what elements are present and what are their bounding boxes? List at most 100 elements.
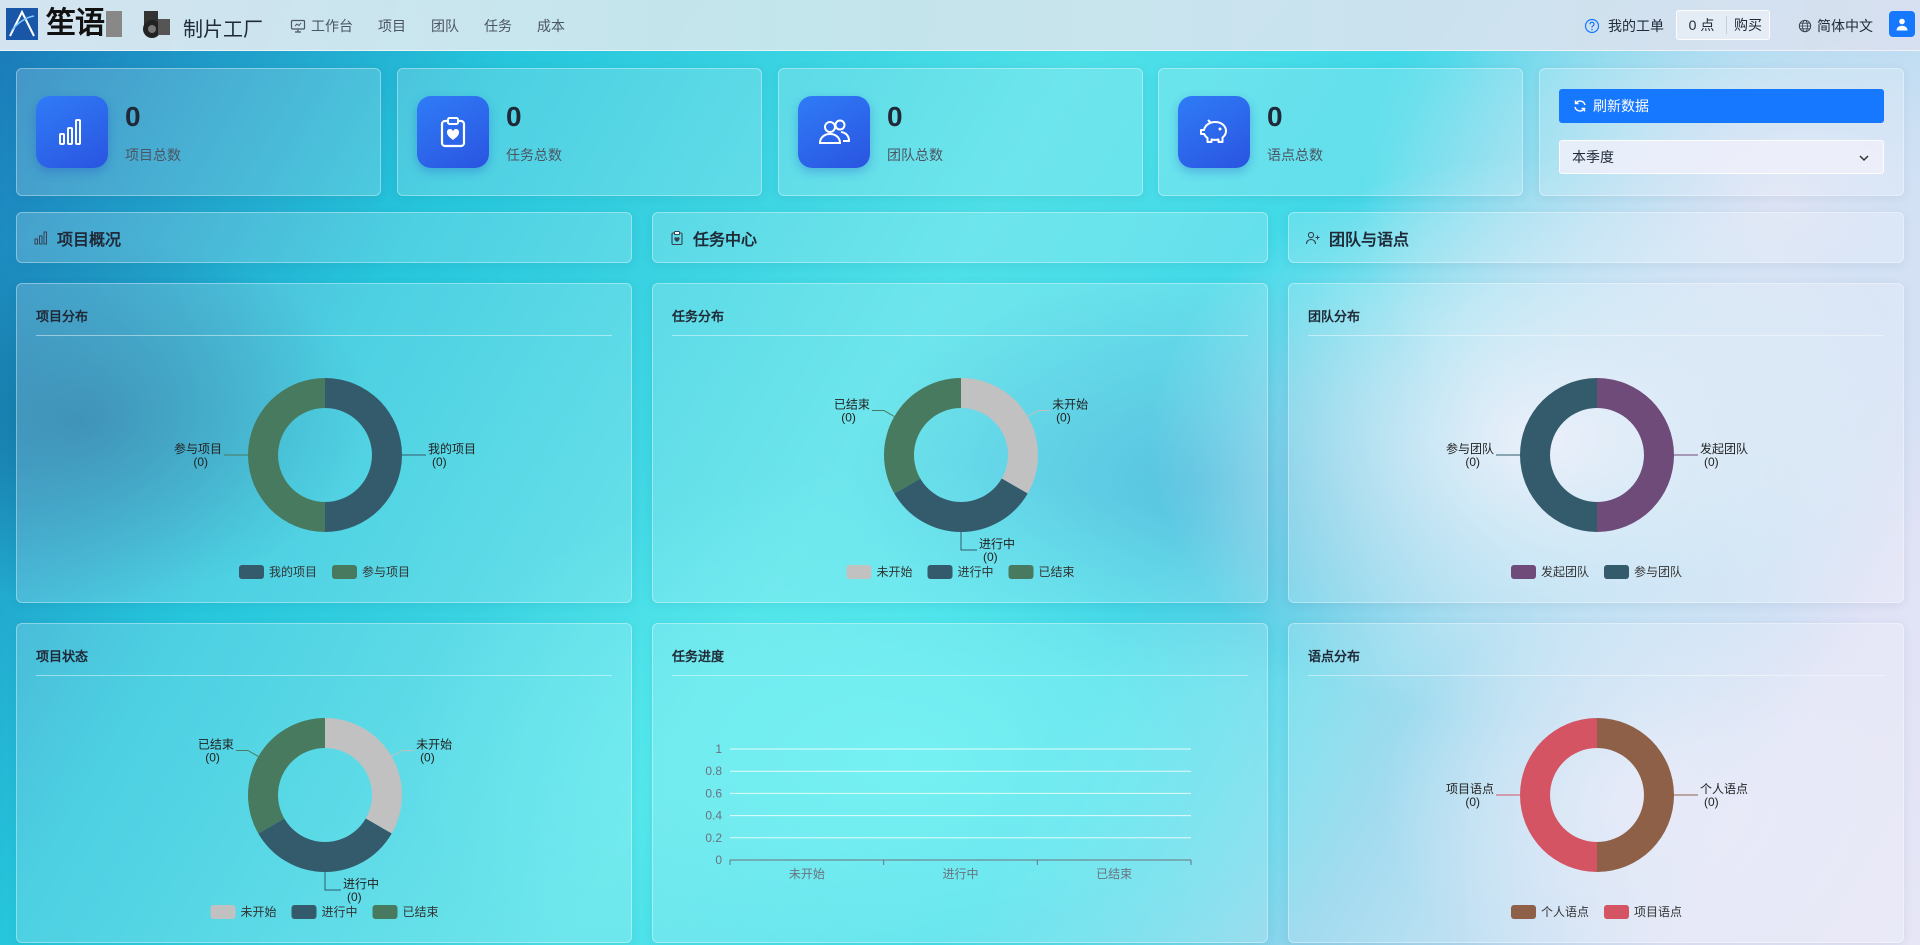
- label-line: [324, 872, 341, 891]
- slice-value: (0): [432, 455, 447, 469]
- stat-icon-box: [798, 96, 870, 168]
- points-box: 0 点 购买: [1676, 10, 1770, 40]
- legend-swatch: [372, 905, 398, 919]
- pie-slice: [325, 378, 402, 532]
- slice-label: 进行中: [979, 536, 1015, 551]
- y-tick-label: 0.6: [705, 786, 722, 800]
- legend-swatch: [1604, 565, 1629, 579]
- pie-slice: [1597, 378, 1674, 532]
- divider: [672, 675, 1248, 676]
- pie-slice: [1597, 718, 1674, 872]
- help-circle-icon: [1584, 18, 1600, 34]
- panel-points-distribution: 个人语点 (0) 项目语点 (0) 个人语点 项目语点 语点分布: [1288, 623, 1904, 943]
- x-tick-label: 未开始: [789, 867, 825, 881]
- slice-label: 未开始: [1052, 398, 1088, 412]
- nav-projects[interactable]: 项目: [378, 16, 406, 36]
- divider: [36, 335, 612, 336]
- user-icon: [1896, 18, 1908, 31]
- language-selector[interactable]: 简体中文: [1798, 16, 1873, 36]
- my-tickets-label: 我的工单: [1608, 18, 1664, 34]
- refresh-icon: [1574, 100, 1586, 112]
- points-value: 0 点: [1677, 16, 1727, 34]
- nav-label: 成本: [537, 18, 565, 34]
- team-distribution-chart: 发起团队(0)参与团队(0)发起团队 参与团队: [1446, 378, 1748, 579]
- refresh-button[interactable]: 刷新数据: [1559, 89, 1884, 123]
- legend-swatch: [927, 565, 953, 579]
- nav-workbench[interactable]: 工作台: [290, 16, 353, 36]
- panel-team-distribution: 发起团队 (0) 参与团队 (0) 发起团队 参与团队 团队分布: [1288, 283, 1904, 603]
- legend-swatch: [1008, 565, 1034, 579]
- stat-label: 项目总数: [125, 147, 181, 163]
- slice-value: (0): [1465, 795, 1480, 809]
- pie-slice: [1520, 378, 1597, 532]
- logo-text: 笙语: [46, 7, 122, 41]
- buy-button[interactable]: 购买: [1727, 15, 1769, 35]
- divider: [36, 675, 612, 676]
- slice-label: 发起团队: [1700, 441, 1748, 456]
- legend-label: 个人语点: [1541, 905, 1589, 919]
- stat-value: 0: [506, 101, 522, 132]
- section-title: 团队与语点: [1329, 231, 1410, 249]
- legend-swatch: [210, 905, 236, 919]
- stat-card-tasks: 0 任务总数: [397, 68, 762, 196]
- pie-slice: [248, 378, 325, 532]
- panel-title: 任务分布: [672, 309, 725, 324]
- nav-label: 任务: [484, 18, 512, 34]
- film-camera-icon: [143, 11, 170, 38]
- slice-label: 参与团队: [1446, 441, 1494, 456]
- slice-value: (0): [1704, 795, 1719, 809]
- legend-swatch: [1511, 565, 1536, 579]
- slice-label: 项目语点: [1446, 782, 1494, 796]
- pie-slice: [884, 378, 961, 494]
- period-select[interactable]: 本季度: [1559, 140, 1884, 174]
- bar-chart-icon: [34, 231, 47, 244]
- label-line: [391, 750, 415, 757]
- nav-teams[interactable]: 团队: [431, 16, 459, 36]
- legend-swatch: [846, 565, 872, 579]
- pie-slice: [1520, 718, 1597, 872]
- slice-value: (0): [420, 751, 435, 765]
- x-tick-label: 进行中: [942, 866, 978, 881]
- stat-card-points: 0 语点总数: [1158, 68, 1523, 196]
- bar-chart-icon: [59, 119, 81, 145]
- slice-label: 已结束: [834, 398, 870, 412]
- section-title: 项目概况: [57, 231, 122, 249]
- controls-card: 刷新数据 本季度: [1539, 68, 1904, 196]
- main-nav: 工作台 项目 团队 任务 成本: [290, 16, 565, 36]
- section-task-center: 任务中心: [652, 212, 1268, 263]
- legend-label: 我的项目: [269, 564, 317, 579]
- panel-title: 任务进度: [672, 649, 725, 664]
- stat-value: 0: [887, 101, 903, 132]
- pie-slice: [258, 818, 392, 872]
- panel-task-distribution: 未开始 (0) 进行中 (0) 已结束 (0) 未开始 进行中 已结束 任务分布: [652, 283, 1268, 603]
- label-line: [235, 750, 259, 757]
- slice-label: 未开始: [416, 738, 452, 752]
- nav-label: 团队: [431, 18, 459, 34]
- stat-label: 任务总数: [506, 147, 562, 163]
- legend-label: 进行中: [322, 904, 358, 919]
- project-distribution-chart: 我的项目(0)参与项目(0)我的项目 参与项目: [174, 378, 476, 579]
- legend-label: 进行中: [958, 564, 994, 579]
- language-label: 简体中文: [1817, 18, 1873, 34]
- user-avatar-button[interactable]: [1889, 11, 1915, 37]
- y-tick-label: 0.4: [705, 809, 722, 823]
- panel-task-progress: 0 0.2 0.4 0.6 0.8 1 未开始 进行中 已结束 任务进度: [652, 623, 1268, 943]
- nav-cost[interactable]: 成本: [537, 16, 565, 36]
- x-tick-label: 已结束: [1096, 867, 1132, 881]
- points-distribution-chart: 个人语点(0)项目语点(0)个人语点 项目语点: [1446, 718, 1748, 919]
- slice-value: (0): [193, 455, 208, 469]
- project-status-chart: 未开始(0)进行中(0)已结束(0)未开始 进行中 已结束: [198, 718, 452, 919]
- task-progress-chart: 0 0.2 0.4 0.6 0.8 1 未开始 进行中 已结束: [705, 742, 1192, 881]
- slice-value: (0): [841, 411, 856, 425]
- globe-icon: [1798, 19, 1812, 33]
- legend-swatch: [239, 565, 264, 579]
- panel-title: 项目状态: [36, 649, 89, 664]
- legend-swatch: [291, 905, 317, 919]
- my-tickets-link[interactable]: 我的工单: [1584, 16, 1664, 36]
- nav-tasks[interactable]: 任务: [484, 16, 512, 36]
- label-line: [960, 532, 977, 551]
- stat-value: 0: [1267, 101, 1283, 132]
- refresh-label: 刷新数据: [1593, 98, 1649, 114]
- divider: [672, 335, 1248, 336]
- legend-swatch: [1604, 905, 1629, 919]
